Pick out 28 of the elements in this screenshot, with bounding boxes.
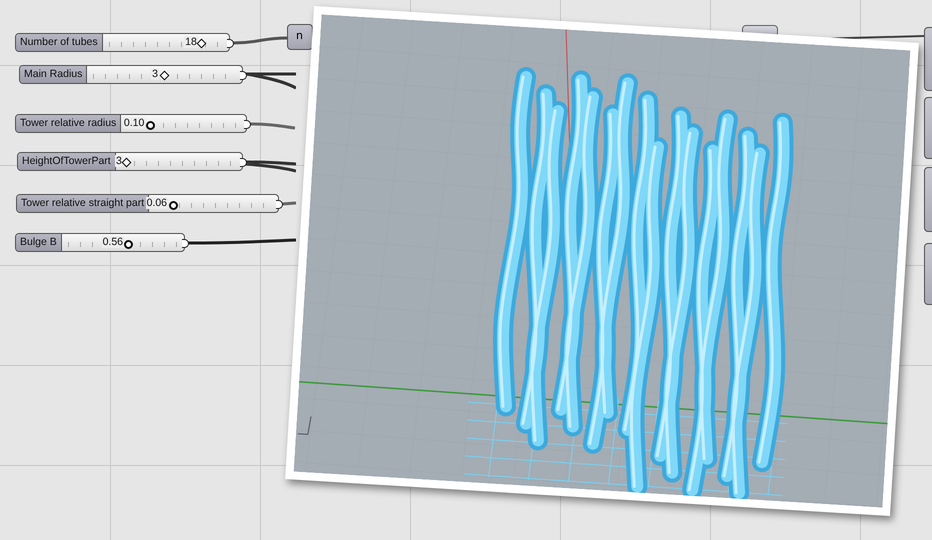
- slider-label: Main Radius: [20, 66, 88, 83]
- slider-value: 3: [151, 68, 159, 80]
- output-port-icon[interactable]: [182, 239, 189, 248]
- wire: [233, 35, 288, 45]
- output-port-icon[interactable]: [227, 39, 234, 48]
- slider-grip[interactable]: [146, 121, 155, 130]
- slider-grip[interactable]: [168, 201, 178, 210]
- slider-value: 0.56: [102, 236, 124, 248]
- output-port-icon[interactable]: [276, 200, 283, 209]
- slider-grip[interactable]: [124, 240, 134, 249]
- wire: [246, 159, 296, 174]
- wire: [246, 71, 296, 91]
- wire: [282, 200, 297, 206]
- slider-label: HeightOfTowerPart: [18, 153, 116, 170]
- output-port-icon[interactable]: [244, 120, 251, 129]
- slider-value: 18: [184, 36, 198, 48]
- wire: [250, 121, 295, 131]
- output-port-icon[interactable]: [240, 71, 247, 80]
- output-port-icon[interactable]: [240, 158, 247, 167]
- node-label: n: [296, 29, 303, 42]
- slider-grip[interactable]: [159, 70, 170, 80]
- input-node[interactable]: n: [287, 24, 313, 50]
- slider-value: 0.10: [122, 117, 146, 129]
- slider-value: 3: [115, 155, 123, 167]
- slider-label: Bulge B: [16, 234, 62, 251]
- slider-value: 0.06: [146, 197, 168, 209]
- slider-label: Number of tubes: [16, 34, 103, 51]
- slider-label: Tower relative radius: [16, 115, 122, 132]
